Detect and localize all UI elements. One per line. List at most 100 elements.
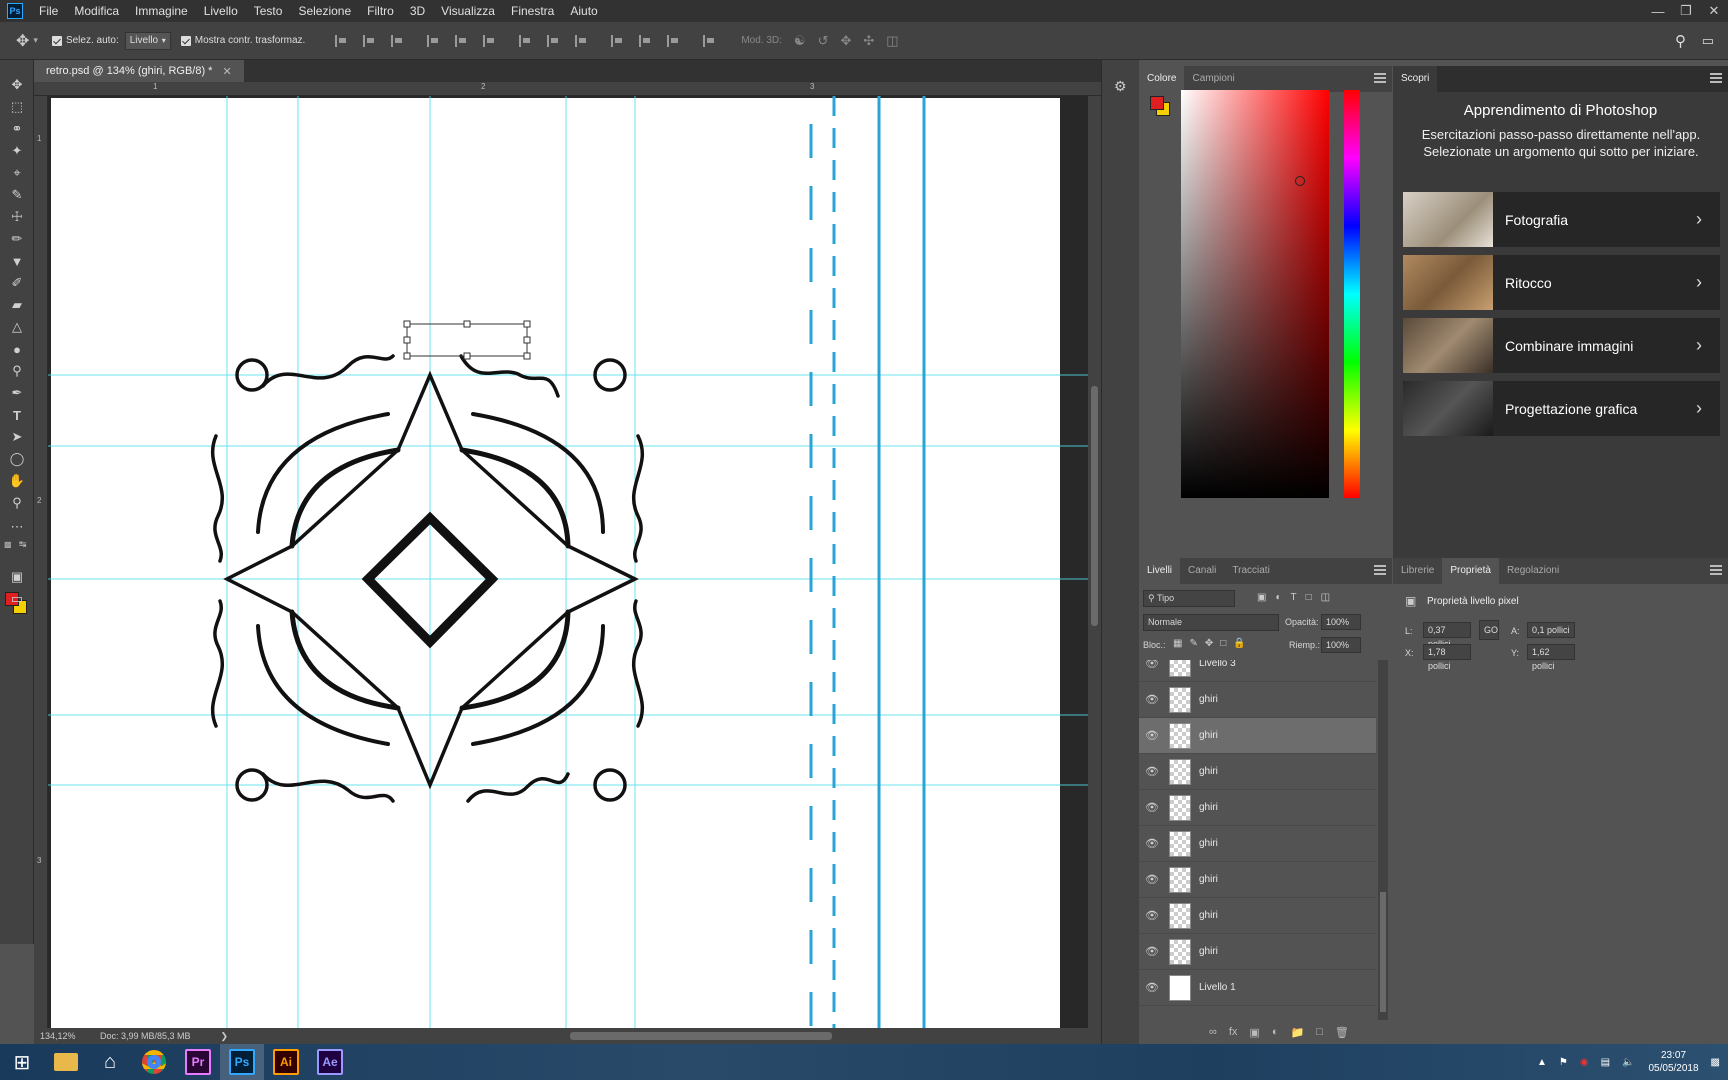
tab-colore[interactable]: Colore	[1139, 66, 1185, 92]
tab-canali[interactable]: Canali	[1180, 558, 1224, 584]
layers-scrollbar[interactable]	[1378, 660, 1388, 1020]
visibility-eye-icon[interactable]: 👁	[1139, 765, 1165, 778]
dodge-icon[interactable]: ⚲	[8, 362, 26, 380]
opacity-field[interactable]: 100%	[1321, 614, 1361, 630]
visibility-eye-icon[interactable]: 👁	[1139, 945, 1165, 958]
eraser-icon[interactable]: ▰	[8, 296, 26, 314]
tab-librerie[interactable]: Librerie	[1393, 558, 1442, 584]
3d-rotate-icon[interactable]: ☯	[794, 33, 806, 49]
ellipse-icon[interactable]: ◯	[8, 450, 26, 468]
crop-icon[interactable]: ⌖	[8, 164, 26, 182]
tab-tracciati[interactable]: Tracciati	[1224, 558, 1277, 584]
link-layers-icon[interactable]: ∞	[1209, 1026, 1217, 1039]
distribute-right-icon[interactable]	[667, 34, 679, 47]
windows-start-icon[interactable]: ⊞	[0, 1044, 44, 1080]
menu-modifica[interactable]: Modifica	[66, 0, 127, 22]
menu-finestra[interactable]: Finestra	[503, 0, 562, 22]
show-transform-checkbox[interactable]	[180, 35, 191, 46]
menu-aiuto[interactable]: Aiuto	[562, 0, 605, 22]
close-icon[interactable]: ✕	[1700, 0, 1728, 22]
lock-image-icon[interactable]: ✎	[1189, 638, 1197, 649]
layer-row[interactable]: 👁 ghiri	[1139, 790, 1376, 826]
status-arrow-icon[interactable]: ❯	[221, 1031, 229, 1042]
move-icon[interactable]: ✥	[8, 76, 26, 94]
filter-pixel-icon[interactable]: ▣	[1257, 592, 1266, 603]
healing-brush-icon[interactable]: ☩	[8, 208, 26, 226]
align-right-icon[interactable]	[483, 34, 495, 47]
lock-transparent-icon[interactable]: ▦	[1173, 638, 1182, 649]
document-tab[interactable]: retro.psd @ 134% (ghiri, RGB/8) * ✕	[34, 60, 244, 82]
photoshop-icon[interactable]: Ps	[220, 1044, 264, 1080]
auto-select-dropdown[interactable]: Livello ▾	[124, 31, 171, 50]
layer-row[interactable]: 👁 ghiri	[1139, 754, 1376, 790]
after-effects-icon[interactable]: Ae	[308, 1044, 352, 1080]
visibility-eye-icon[interactable]: 👁	[1139, 693, 1165, 706]
learn-card-fotografia[interactable]: Fotografia ›	[1403, 192, 1720, 247]
menu-3d[interactable]: 3D	[402, 0, 433, 22]
color-picker-cursor[interactable]	[1295, 176, 1305, 186]
add-mask-icon[interactable]: ▣	[1249, 1026, 1259, 1039]
path-selection-icon[interactable]: ➤	[8, 428, 26, 446]
fill-field[interactable]: 100%	[1321, 637, 1361, 653]
magic-wand-icon[interactable]: ✦	[8, 142, 26, 160]
lock-position-icon[interactable]: ✥	[1205, 638, 1213, 649]
menu-livello[interactable]: Livello	[196, 0, 246, 22]
width-field[interactable]: 0,37 pollici	[1423, 622, 1471, 649]
tab-scopri[interactable]: Scopri	[1393, 66, 1438, 92]
blend-mode-dropdown[interactable]: Normale	[1143, 614, 1279, 631]
vertical-ruler[interactable]: 1 2 3	[34, 96, 48, 1028]
lock-artboard-icon[interactable]: □	[1220, 638, 1226, 649]
network-icon[interactable]: ▤	[1601, 1057, 1610, 1068]
swap-colors-icon[interactable]: ↹	[19, 539, 27, 550]
lock-all-icon[interactable]: 🔒	[1233, 638, 1245, 649]
clone-stamp-icon[interactable]: ▼	[8, 252, 26, 270]
layer-row[interactable]: 👁 Livello 3	[1139, 660, 1376, 682]
hand-icon[interactable]: ✋	[8, 472, 26, 490]
distribute-left-icon[interactable]	[611, 34, 623, 47]
link-dimensions-button[interactable]: GO	[1479, 620, 1499, 640]
zoom-icon[interactable]: ⚲	[8, 494, 26, 512]
align-bottom-icon[interactable]	[391, 34, 403, 47]
visibility-eye-icon[interactable]: 👁	[1139, 801, 1165, 814]
tab-regolazioni[interactable]: Regolazioni	[1499, 558, 1567, 584]
align-hcenter-icon[interactable]	[455, 34, 467, 47]
layer-row[interactable]: 👁 ghiri	[1139, 682, 1376, 718]
layers-scroll-thumb[interactable]	[1380, 892, 1386, 1012]
y-field[interactable]: 1,62 pollici	[1527, 644, 1575, 671]
menu-visualizza[interactable]: Visualizza	[433, 0, 503, 22]
menu-file[interactable]: File	[31, 0, 66, 22]
pen-icon[interactable]: ✒	[8, 384, 26, 402]
align-left-icon[interactable]	[427, 34, 439, 47]
visibility-eye-icon[interactable]: 👁	[1139, 729, 1165, 742]
x-field[interactable]: 1,78 pollici	[1423, 644, 1471, 671]
horizontal-ruler[interactable]: 1 2 3	[34, 82, 1101, 96]
3d-pan-icon[interactable]: ✥	[840, 33, 851, 49]
restore-icon[interactable]: ❐	[1672, 0, 1700, 22]
flag-icon[interactable]: ⚑	[1559, 1057, 1568, 1068]
menu-filtro[interactable]: Filtro	[359, 0, 402, 22]
menu-testo[interactable]: Testo	[246, 0, 291, 22]
layer-row[interactable]: 👁 ghiri	[1139, 862, 1376, 898]
history-panel-icon[interactable]: ⚙	[1114, 78, 1127, 95]
layer-row[interactable]: 👁 Livello 1	[1139, 970, 1376, 1006]
menu-immagine[interactable]: Immagine	[127, 0, 196, 22]
delete-layer-icon[interactable]: 🗑	[1335, 1026, 1349, 1039]
minimize-icon[interactable]: —	[1644, 0, 1672, 22]
new-layer-icon[interactable]: □	[1316, 1026, 1323, 1039]
file-explorer-icon[interactable]	[44, 1044, 88, 1080]
auto-align-icon[interactable]	[703, 34, 715, 47]
new-group-icon[interactable]: 📁	[1290, 1026, 1304, 1039]
distribute-vcenter-icon[interactable]	[547, 34, 559, 47]
adjustment-layer-icon[interactable]: ◐	[1272, 1026, 1279, 1039]
fg-color-chip[interactable]	[1150, 96, 1164, 110]
workspace-icon[interactable]: ▭	[1702, 33, 1714, 49]
3d-roll-icon[interactable]: ↺	[818, 33, 829, 49]
tab-campioni[interactable]: Campioni	[1184, 66, 1242, 92]
visibility-eye-icon[interactable]: 👁	[1139, 909, 1165, 922]
distribute-top-icon[interactable]	[519, 34, 531, 47]
panel-menu-icon[interactable]	[1374, 73, 1386, 83]
props-menu-icon[interactable]	[1710, 565, 1722, 575]
zoom-level[interactable]: 134,12%	[40, 1031, 100, 1041]
move-tool-icon[interactable]: ✥	[16, 31, 29, 51]
premiere-icon[interactable]: Pr	[176, 1044, 220, 1080]
